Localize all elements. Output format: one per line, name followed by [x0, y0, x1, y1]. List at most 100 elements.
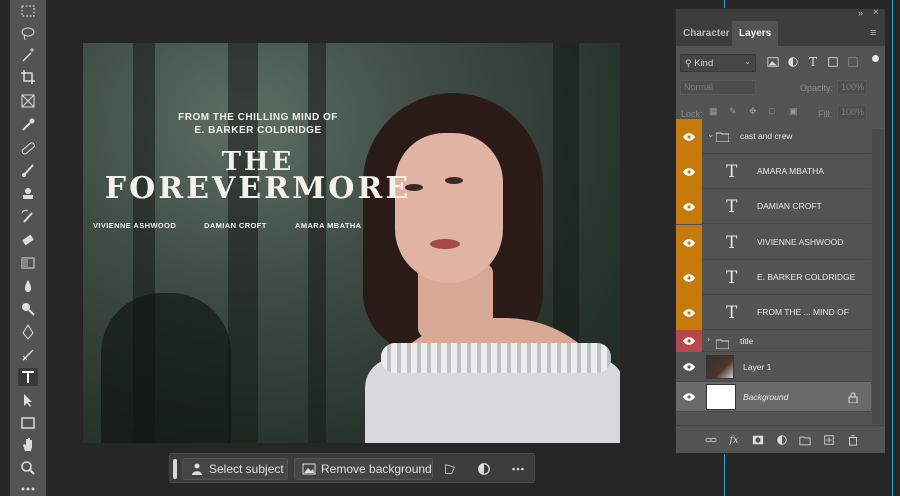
adjustment-icon[interactable]	[775, 433, 789, 447]
lock-icon[interactable]	[848, 390, 858, 408]
filter-toggle-icon[interactable]	[872, 55, 879, 62]
layer-row-group-title[interactable]: › title	[676, 330, 871, 352]
visibility-eye-icon[interactable]	[676, 119, 702, 154]
filter-smart-object-icon[interactable]	[846, 55, 860, 69]
zoom-tool-icon[interactable]	[18, 459, 38, 477]
visibility-eye-icon[interactable]	[676, 154, 702, 189]
tab-layers[interactable]: Layers	[732, 21, 779, 46]
panel-menu-icon[interactable]: ≡	[870, 27, 876, 39]
magic-wand-tool-icon[interactable]	[18, 46, 38, 64]
trash-icon[interactable]	[846, 433, 860, 447]
link-icon[interactable]	[704, 433, 718, 447]
filter-kind-select[interactable]: ⚲ Kind ⌄	[680, 54, 756, 72]
new-layer-icon[interactable]	[822, 433, 836, 447]
layers-scrollbar[interactable]	[872, 129, 884, 424]
layer-name: FROM THE ... MIND OF	[757, 307, 849, 317]
mask-icon[interactable]	[751, 433, 765, 447]
remove-background-button[interactable]: Remove background	[294, 458, 433, 480]
tools-panel	[10, 0, 46, 496]
layer-row-text[interactable]: T VIVIENNE ASHWOOD	[676, 225, 871, 260]
lock-artboard-icon[interactable]: □	[769, 106, 774, 116]
eyedropper-tool-icon[interactable]	[18, 116, 38, 134]
tree-trunk	[228, 43, 258, 443]
chevron-right-icon[interactable]: ›	[707, 334, 710, 344]
visibility-eye-icon[interactable]	[676, 189, 702, 224]
layer-row-text[interactable]: T AMARA MBATHA	[676, 154, 871, 189]
fill-input[interactable]: 100%	[837, 105, 867, 120]
filter-shape-icon[interactable]	[826, 55, 840, 69]
poster-tagline[interactable]: FROM THE CHILLING MIND OF E. BARKER COLD…	[143, 111, 373, 137]
hand-tool-icon[interactable]	[18, 436, 38, 454]
lasso-tool-icon[interactable]	[18, 25, 38, 43]
filter-pixel-icon[interactable]	[766, 55, 780, 69]
blend-row: Normal Opacity: 100%	[676, 76, 885, 100]
filter-adjustment-icon[interactable]	[786, 55, 800, 69]
more-options-icon[interactable]	[510, 461, 526, 477]
layer-row-text[interactable]: T DAMIAN CROFT	[676, 189, 871, 224]
pen-tool-icon[interactable]	[18, 323, 38, 341]
taskbar-drag-handle[interactable]	[173, 459, 177, 479]
marquee-tool-icon[interactable]	[18, 2, 38, 20]
close-panel-icon[interactable]: ×	[873, 7, 879, 18]
retouch-tool-icon[interactable]	[18, 346, 38, 364]
layer-thumbnail	[706, 355, 734, 379]
more-tools-icon[interactable]	[18, 480, 38, 496]
brush-tool-icon[interactable]	[18, 161, 38, 179]
type-tool-icon[interactable]	[18, 368, 38, 386]
panel-title-bar[interactable]: » ×	[676, 7, 885, 21]
chevron-down-icon[interactable]: ⌄	[707, 129, 715, 140]
gradient-tool-icon[interactable]	[18, 254, 38, 272]
layer-row-image[interactable]: Layer 1	[676, 352, 871, 382]
collapse-panel-icon[interactable]: »	[858, 8, 863, 18]
clone-stamp-tool-icon[interactable]	[18, 185, 38, 203]
lock-all-icon[interactable]: ▣	[789, 106, 798, 117]
layer-name: title	[740, 336, 754, 346]
frame-tool-icon[interactable]	[18, 92, 38, 110]
lock-pixels-icon[interactable]: ✎	[729, 106, 737, 117]
visibility-eye-icon[interactable]	[676, 260, 702, 295]
layer-row-group-cast-and-crew[interactable]: ⌄ cast and crew	[676, 119, 871, 154]
dodge-tool-icon[interactable]	[18, 300, 38, 318]
visibility-eye-icon[interactable]	[676, 330, 702, 352]
poster-cast-name[interactable]: DAMIAN CROFT	[204, 221, 267, 230]
lock-transparent-icon[interactable]: ▦	[709, 106, 718, 117]
crop-tool-icon[interactable]	[18, 68, 38, 86]
portrait-face	[395, 133, 503, 283]
eraser-tool-icon[interactable]	[18, 231, 38, 249]
poster-cast-name[interactable]: AMARA MBATHA	[295, 221, 361, 230]
select-subject-button[interactable]: Select subject	[182, 458, 288, 480]
adjustment-circle-icon[interactable]	[476, 461, 492, 477]
opacity-input[interactable]: 100%	[837, 80, 867, 95]
visibility-eye-icon[interactable]	[676, 225, 702, 260]
layer-row-text[interactable]: T E. BARKER COLDRIDGE	[676, 260, 871, 295]
poster-cast-name[interactable]: VIVIENNE ASHWOOD	[93, 221, 176, 230]
filter-type-icon[interactable]: T	[806, 55, 820, 69]
visibility-eye-icon[interactable]	[676, 382, 702, 412]
fill-label: Fill:	[818, 109, 832, 119]
text-layer-icon: T	[726, 303, 738, 323]
lock-position-icon[interactable]: ✥	[749, 106, 757, 117]
visibility-eye-icon[interactable]	[676, 352, 702, 382]
hooded-figure-silhouette	[101, 293, 231, 443]
tree-trunk	[308, 43, 326, 443]
layer-row-background[interactable]: Background	[676, 382, 871, 412]
poster-title-main[interactable]: FOREVERMORE	[88, 171, 428, 206]
healing-brush-tool-icon[interactable]	[18, 139, 38, 157]
layer-name: AMARA MBATHA	[757, 166, 824, 176]
path-selection-tool-icon[interactable]	[18, 391, 38, 409]
guide-line[interactable]	[892, 0, 893, 496]
document-canvas[interactable]: FROM THE CHILLING MIND OF E. BARKER COLD…	[83, 43, 620, 443]
fx-icon[interactable]: fx	[727, 433, 741, 447]
layer-name: DAMIAN CROFT	[757, 201, 822, 211]
folder-icon	[715, 129, 730, 147]
layers-panel: » × Character Layers ≡ ⚲ Kind ⌄ T Normal…	[675, 7, 886, 454]
group-folder-icon[interactable]	[798, 433, 812, 447]
transform-icon[interactable]	[442, 461, 458, 477]
visibility-eye-icon[interactable]	[676, 295, 702, 330]
blend-mode-select[interactable]: Normal	[680, 80, 756, 95]
tab-character[interactable]: Character	[676, 21, 737, 46]
rectangle-tool-icon[interactable]	[18, 414, 38, 432]
layer-row-text[interactable]: T FROM THE ... MIND OF	[676, 295, 871, 330]
blur-tool-icon[interactable]	[18, 277, 38, 295]
history-brush-tool-icon[interactable]	[18, 208, 38, 226]
